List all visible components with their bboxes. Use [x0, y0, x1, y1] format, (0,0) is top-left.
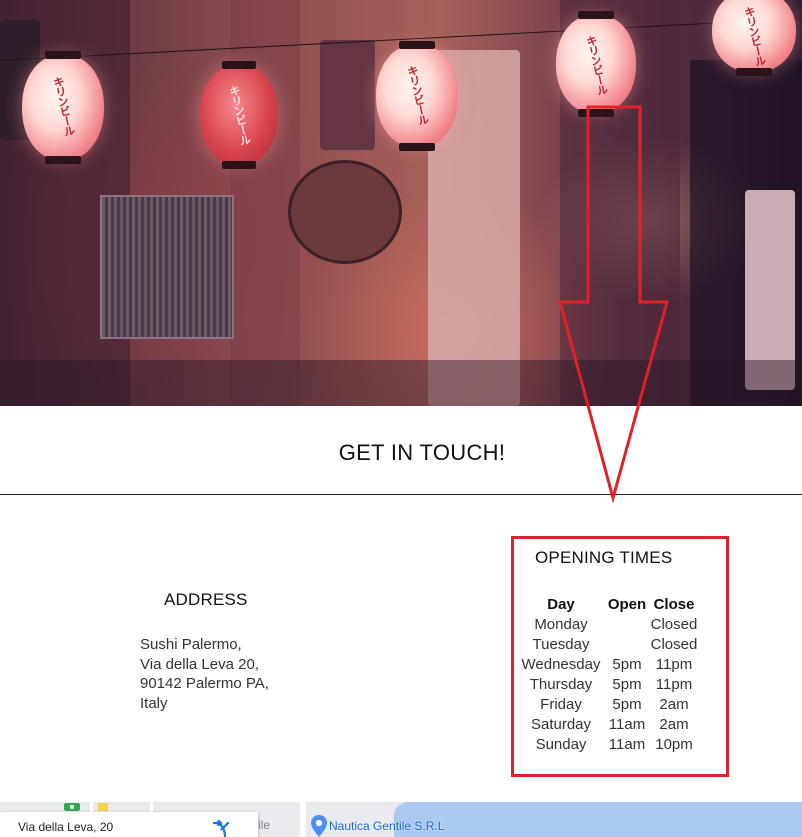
address-line: Via della Leva 20,	[140, 655, 259, 673]
day-cell: Tuesday	[532, 635, 590, 653]
map-label: ile	[258, 818, 271, 832]
table-row: Wednesday 5pm 11pm	[515, 654, 701, 674]
divider	[0, 494, 802, 495]
day-cell: Saturday	[530, 715, 592, 733]
close-cell: 2am	[659, 715, 689, 733]
day-cell: Friday	[540, 695, 582, 713]
column-header-day: Day	[547, 595, 575, 613]
close-cell: 2am	[659, 695, 689, 713]
open-cell: 5pm	[612, 675, 642, 693]
open-cell: 5pm	[612, 695, 642, 713]
table-row: Friday 5pm 2am	[515, 694, 701, 714]
directions-icon[interactable]	[212, 820, 230, 837]
embedded-map[interactable]: ile Nautica Gentile S.R.L	[0, 802, 802, 837]
map-poi-marker[interactable]	[64, 803, 80, 811]
map-card-title: Via della Leva, 20	[18, 820, 114, 834]
close-cell: Closed	[650, 615, 698, 633]
table-row: Sunday 11am 10pm	[515, 734, 701, 754]
address-block: Sushi Palermo, Via della Leva 20, 90142 …	[140, 635, 269, 713]
lantern: キリンビール	[712, 0, 796, 76]
address-heading: ADDRESS	[164, 590, 248, 609]
lantern: キリンビール	[376, 41, 458, 151]
section-title: GET IN TOUCH!	[338, 440, 506, 465]
place-pin-icon[interactable]	[311, 815, 327, 837]
day-cell: Sunday	[535, 735, 587, 753]
lantern: キリンビール	[22, 51, 104, 164]
close-cell: 10pm	[655, 735, 693, 753]
opening-times-table: Day Open Close Monday Closed Tuesday Clo…	[515, 594, 701, 754]
day-cell: Thursday	[529, 675, 593, 693]
table-row: Tuesday Closed	[515, 634, 701, 654]
column-header-open: Open	[607, 595, 647, 613]
open-cell	[607, 634, 647, 654]
address-line: 90142 Palermo PA,	[140, 675, 269, 692]
lantern: キリンビール	[200, 61, 278, 169]
open-cell: 11am	[608, 715, 646, 733]
open-cell	[607, 614, 647, 634]
table-header-row: Day Open Close	[515, 594, 701, 614]
open-cell: 5pm	[612, 655, 642, 673]
map-water	[394, 802, 802, 837]
open-cell: 11am	[608, 735, 646, 753]
address-line: Italy	[140, 694, 168, 712]
hero-image: キリンビール キリンビール キリンビール キリンビール キリンビール	[0, 0, 802, 406]
opening-times-heading: OPENING TIMES	[535, 548, 673, 567]
close-cell: 11pm	[655, 675, 693, 693]
day-cell: Wednesday	[521, 655, 601, 673]
close-cell: Closed	[650, 635, 698, 653]
address-line: Sushi Palermo,	[140, 636, 242, 653]
column-header-close: Close	[653, 595, 695, 613]
table-row: Monday Closed	[515, 614, 701, 634]
lantern: キリンビール	[556, 11, 636, 117]
close-cell: 11pm	[655, 655, 693, 673]
table-row: Saturday 11am 2am	[515, 714, 701, 734]
table-row: Thursday 5pm 11pm	[515, 674, 701, 694]
map-place-label[interactable]: Nautica Gentile S.R.L	[329, 819, 444, 833]
map-poi-marker[interactable]	[98, 803, 108, 811]
day-cell: Monday	[534, 615, 588, 633]
